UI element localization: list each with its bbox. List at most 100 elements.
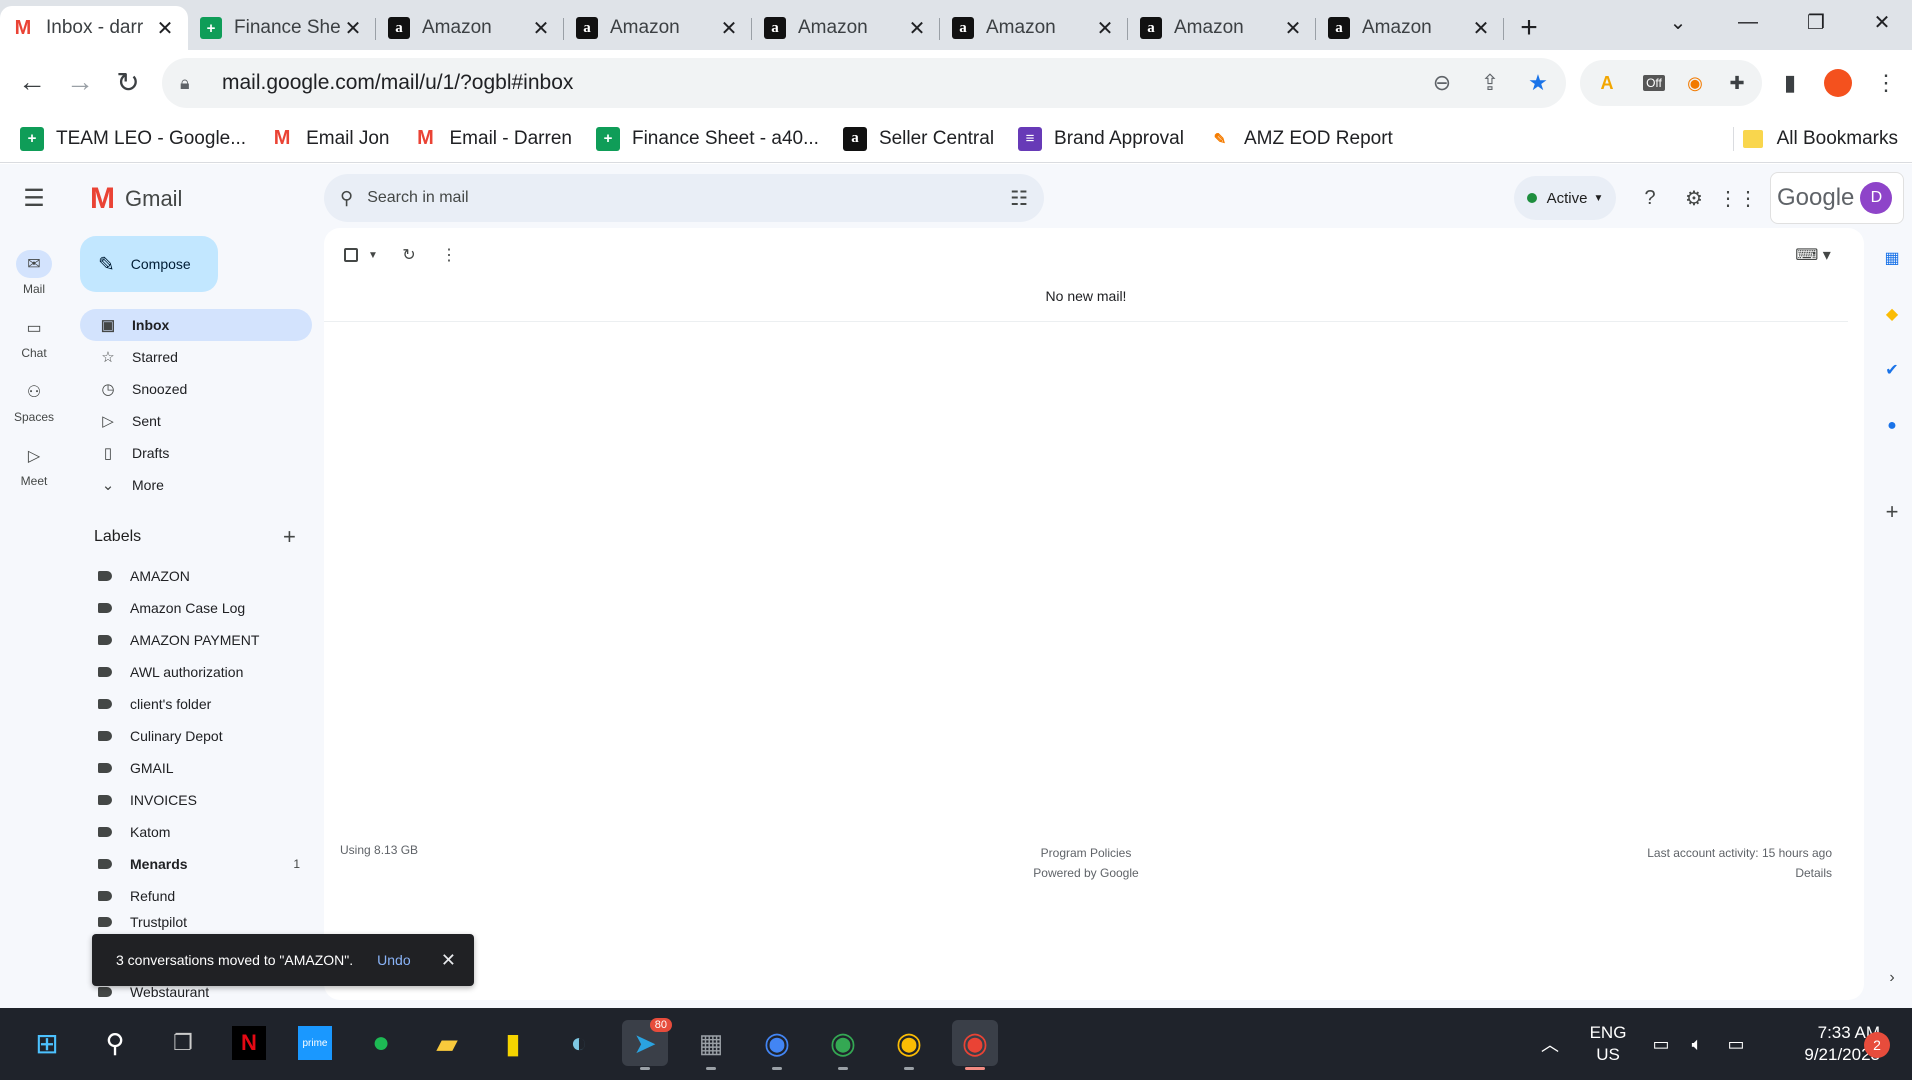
close-icon[interactable]: ✕ <box>1282 16 1304 41</box>
main-menu-icon[interactable]: ☰ <box>20 184 48 212</box>
label-item[interactable]: AMAZON PAYMENT <box>80 624 312 656</box>
nav-more[interactable]: ⌄ More <box>80 469 312 501</box>
task-view-icon[interactable]: ❐ <box>160 1020 206 1066</box>
back-button[interactable]: ← <box>12 62 52 102</box>
lock-icon[interactable]: 🔒︎ <box>180 73 202 94</box>
tab-amazon[interactable]: a Amazon ✕ <box>376 6 564 50</box>
gmail-logo[interactable]: M Gmail <box>90 182 182 216</box>
label-item[interactable]: INVOICES <box>80 784 312 816</box>
close-icon[interactable]: ✕ <box>342 16 364 41</box>
search-options-icon[interactable]: ☷ <box>1010 186 1028 211</box>
compose-button[interactable]: ✎ Compose <box>80 236 218 292</box>
bookmark-amz-eod-report[interactable]: ✎ AMZ EOD Report <box>1208 127 1393 151</box>
share-icon[interactable]: ⇪ <box>1470 66 1510 100</box>
label-item[interactable]: Menards 1 <box>80 848 312 880</box>
program-policies-link[interactable]: Program Policies <box>324 843 1848 863</box>
chrome-icon[interactable]: ◉ <box>754 1020 800 1070</box>
all-bookmarks-button[interactable]: All Bookmarks <box>1742 115 1898 163</box>
tab-amazon[interactable]: a Amazon ✕ <box>1128 6 1316 50</box>
restore-button[interactable]: ❐ <box>1786 0 1846 44</box>
nav-sent[interactable]: ▷ Sent <box>80 405 312 437</box>
puzzle-icon[interactable]: ✚ <box>1720 66 1754 100</box>
network-icon[interactable]: ▭ <box>1644 1008 1678 1080</box>
chrome-icon[interactable]: ◉ <box>886 1020 932 1070</box>
close-icon[interactable]: ✕ <box>718 16 740 41</box>
notification-badge[interactable]: 2 <box>1864 1032 1890 1058</box>
clock[interactable]: 7:33 AM 9/21/2023 <box>1760 1022 1880 1066</box>
tab-amazon[interactable]: a Amazon ✕ <box>1316 6 1504 50</box>
status-button[interactable]: Active ▼ <box>1514 176 1616 220</box>
close-icon[interactable]: ✕ <box>1470 16 1492 41</box>
bookmark-finance-sheet[interactable]: + Finance Sheet - a40... <box>595 126 819 151</box>
close-icon[interactable]: ✕ <box>441 950 456 971</box>
nav-drafts[interactable]: ▯ Drafts <box>80 437 312 469</box>
nav-snoozed[interactable]: ◷ Snoozed <box>80 373 312 405</box>
tab-amazon[interactable]: a Amazon ✕ <box>564 6 752 50</box>
spotify-icon[interactable]: ● <box>358 1020 404 1066</box>
language-indicator[interactable]: ENG US <box>1588 1022 1628 1066</box>
keep-icon[interactable]: ◆ <box>1878 300 1906 328</box>
account-button[interactable]: Google D <box>1770 172 1904 224</box>
minimize-button[interactable]: — <box>1718 0 1778 44</box>
bookmark-team-leo[interactable]: + TEAM LEO - Google... <box>20 126 246 151</box>
bookmark-seller-central[interactable]: a Seller Central <box>842 126 994 151</box>
label-item[interactable]: GMAIL <box>80 752 312 784</box>
volume-icon[interactable]: 🔈︎ <box>1680 1008 1714 1080</box>
close-icon[interactable]: ✕ <box>530 16 552 41</box>
battery-icon[interactable]: ▭ <box>1718 1008 1754 1080</box>
nav-inbox[interactable]: ▣ Inbox <box>80 309 312 341</box>
search-input[interactable]: Search in mail <box>367 189 468 207</box>
label-item[interactable]: Katom <box>80 816 312 848</box>
close-window-button[interactable]: ✕ <box>1852 0 1912 44</box>
bookmark-star-icon[interactable]: ★ <box>1518 66 1558 100</box>
sticky-notes-icon[interactable]: ▮ <box>490 1020 536 1066</box>
label-item[interactable]: Trustpilot <box>80 912 312 932</box>
calculator-icon[interactable]: ▦ <box>688 1020 734 1070</box>
bookmark-email-jon[interactable]: M Email Jon <box>270 127 390 151</box>
keyboard-icon[interactable]: ⌨ ▾ <box>1788 240 1838 270</box>
bookmark-brand-approval[interactable]: ≡ Brand Approval <box>1018 126 1184 151</box>
circle-extension-icon[interactable]: ◉ <box>1678 66 1712 100</box>
tab-amazon[interactable]: a Amazon ✕ <box>940 6 1128 50</box>
more-options-icon[interactable]: ⋮ <box>434 240 464 270</box>
rail-spaces[interactable]: ⚇ Spaces <box>0 378 68 424</box>
netflix-icon[interactable]: N <box>226 1020 272 1066</box>
tab-search-icon[interactable]: ⌄ <box>1648 0 1708 44</box>
expand-side-panel-icon[interactable]: › <box>1878 964 1906 992</box>
rail-meet[interactable]: ▷ Meet <box>0 442 68 488</box>
close-icon[interactable]: ✕ <box>906 16 928 41</box>
label-item[interactable]: AWL authorization <box>80 656 312 688</box>
apps-grid-icon[interactable]: ⋮⋮ <box>1718 178 1758 218</box>
ascout-extension-icon[interactable]: A <box>1590 66 1624 100</box>
tab-amazon[interactable]: a Amazon ✕ <box>752 6 940 50</box>
calendar-icon[interactable]: ▦ <box>1878 244 1906 272</box>
profile-icon[interactable] <box>1820 65 1856 101</box>
tab-inbox[interactable]: M Inbox - darr ✕ <box>0 6 188 50</box>
label-item[interactable]: Refund <box>80 880 312 912</box>
new-tab-button[interactable]: + <box>1504 6 1554 50</box>
rail-mail[interactable]: ✉ Mail <box>0 250 68 296</box>
close-icon[interactable]: ✕ <box>154 16 176 41</box>
search-bar[interactable]: ⚲ Search in mail ☷ <box>324 174 1044 222</box>
label-item[interactable]: AMAZON <box>80 560 312 592</box>
reload-button[interactable]: ↻ <box>108 62 148 102</box>
paint-icon[interactable]: ◐ <box>556 1020 602 1066</box>
undo-button[interactable]: Undo <box>377 952 410 968</box>
refresh-icon[interactable]: ↻ <box>394 240 424 270</box>
details-link[interactable]: Details <box>1647 863 1832 883</box>
add-label-button[interactable]: + <box>283 524 296 550</box>
select-menu-chevron-icon[interactable]: ▼ <box>358 240 388 270</box>
close-icon[interactable]: ✕ <box>1094 16 1116 41</box>
label-item[interactable]: client's folder <box>80 688 312 720</box>
get-addons-icon[interactable]: + <box>1878 498 1906 526</box>
settings-icon[interactable]: ⚙ <box>1674 178 1714 218</box>
side-panel-icon[interactable]: ▮ <box>1772 65 1808 101</box>
chrome-icon[interactable]: ◉ <box>952 1020 998 1070</box>
off-extension-icon[interactable]: Off <box>1634 66 1674 100</box>
chevron-up-icon[interactable]: ︿ <box>1532 1008 1568 1080</box>
chrome-icon[interactable]: ◉ <box>820 1020 866 1070</box>
telegram-icon[interactable]: ➤ 80 <box>622 1018 672 1070</box>
search-icon[interactable]: ⚲ <box>92 1020 138 1066</box>
rail-chat[interactable]: ▭ Chat <box>0 314 68 360</box>
nav-starred[interactable]: ☆ Starred <box>80 341 312 373</box>
